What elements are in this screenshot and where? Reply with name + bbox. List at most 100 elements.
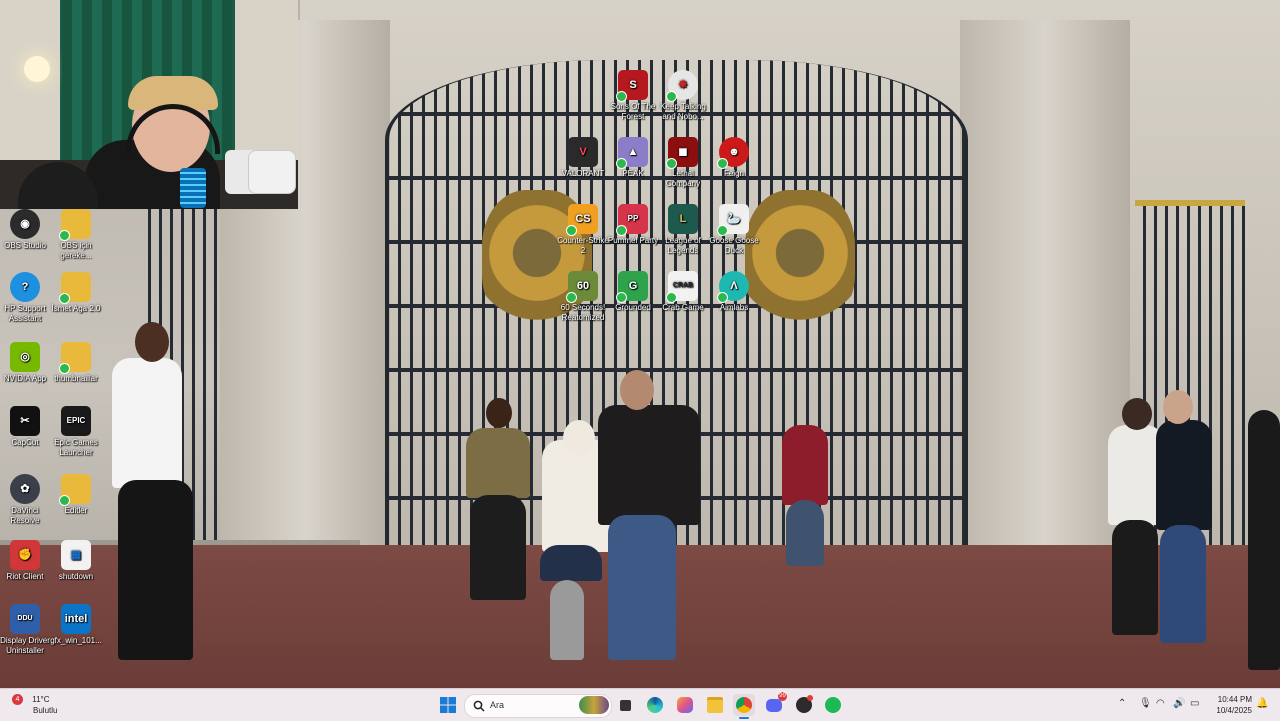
desktop-icon-editler-folder[interactable]: Editler: [47, 474, 105, 516]
person-edge: [1248, 410, 1280, 670]
person-legs: [1112, 520, 1158, 635]
desktop-icon-lethal-company[interactable]: ◼ Lethal Company: [654, 137, 712, 189]
desktop-icon-label: Editler: [64, 506, 88, 515]
shutdown-file-icon: ▦: [61, 540, 91, 570]
person-head: [486, 398, 512, 428]
sync-check-icon: [616, 91, 627, 102]
desktop-icon-ddu[interactable]: DDU Display Driver Uninstaller: [0, 604, 54, 656]
stone-pillar: [960, 20, 1130, 570]
kettle: [248, 150, 296, 194]
task-view-button[interactable]: [614, 694, 636, 716]
desktop-icon-label: Epic Games Launcher: [54, 438, 98, 457]
aimlabs-icon: Λ: [717, 271, 749, 303]
folder-icon: [59, 474, 91, 506]
desktop-icon-obs-studio[interactable]: ◉ OBS Studio: [0, 209, 54, 251]
rgb-light: [180, 168, 206, 208]
taskbar-chrome[interactable]: [733, 694, 755, 719]
child-skirt: [540, 545, 602, 581]
discord-badge: 99: [778, 692, 787, 701]
desktop-icon-riot-client[interactable]: ✊ Riot Client: [0, 540, 54, 582]
person-legs: [786, 500, 824, 566]
search-placeholder: Ara: [490, 700, 505, 710]
spotify-icon: [825, 697, 841, 713]
crab-game-icon: CRAB: [666, 271, 698, 303]
task-view-icon: [619, 699, 631, 711]
battery-icon[interactable]: ▭: [1190, 698, 1199, 709]
desktop-icon-ismet-folder[interactable]: İsmet Aga 2.0: [47, 272, 105, 314]
desktop-icon-label: League of Legends: [665, 236, 701, 255]
taskbar: 4 11°C Bulutlu Ara 99 ⌃ 🎙 ◠ 🔊 ▭ 10:44 PM…: [0, 688, 1280, 721]
search-icon: [473, 700, 485, 712]
sync-check-icon: [666, 292, 677, 303]
microphone-icon[interactable]: 🎙: [1139, 698, 1152, 709]
grounded-icon: G: [616, 271, 648, 303]
desktop-icon-crab-game[interactable]: CRAB Crab Game: [654, 271, 712, 313]
desktop-icon-feign[interactable]: ☻ Feign: [705, 137, 763, 179]
person-legs: [1160, 525, 1206, 643]
capcut-icon: ✂: [10, 406, 40, 436]
folder-icon: [59, 342, 91, 374]
desktop-icon-davinci[interactable]: ✿ DaVinci Resolve: [0, 474, 54, 526]
desktop-icon-gfx-win[interactable]: intel gfx_win_101...: [47, 604, 105, 646]
desktop-icon-epic-games[interactable]: EPIC Epic Games Launcher: [47, 406, 105, 458]
desktop-icon-capcut[interactable]: ✂ CapCut: [0, 406, 54, 448]
man-black-jacket: [598, 405, 700, 525]
pummel-party-icon: PP: [616, 204, 648, 236]
person-legs: [118, 480, 193, 660]
sync-check-icon: [59, 495, 70, 506]
show-hidden-icons-chevron-icon[interactable]: ⌃: [1118, 698, 1126, 709]
person-head: [135, 322, 169, 362]
desktop-icon-aimlabs[interactable]: Λ Aimlabs: [705, 271, 763, 313]
desktop-icon-label: gfx_win_101...: [50, 636, 102, 645]
goose-duck-icon: 🦢: [717, 204, 749, 236]
desktop-icon-label: thumbnaillar: [54, 374, 98, 383]
taskbar-clock[interactable]: 10:44 PM 10/4/2025: [1216, 694, 1252, 716]
desktop-icon-hp-support[interactable]: ? HP Support Assistant: [0, 272, 54, 324]
nvidia-icon: ◎: [10, 342, 40, 372]
taskbar-search[interactable]: Ara: [464, 694, 612, 718]
active-indicator: [739, 717, 749, 719]
clock-time: 10:44 PM: [1217, 695, 1252, 704]
start-button[interactable]: [437, 694, 459, 716]
desktop-icon-label: DaVinci Resolve: [10, 506, 40, 525]
taskbar-file-explorer[interactable]: [704, 694, 726, 716]
desktop-icon-label: İsmet Aga 2.0: [51, 304, 101, 313]
desktop-icon-goose-goose-duck[interactable]: 🦢 Goose Goose Duck: [705, 204, 763, 256]
davinci-icon: ✿: [10, 474, 40, 504]
sync-check-icon: [616, 158, 627, 169]
folder-icon: [707, 697, 723, 713]
volume-icon[interactable]: 🔊: [1173, 698, 1185, 709]
desktop-icon-keep-talking[interactable]: ✸ Keep Talking and Nobo...: [654, 70, 712, 122]
desktop-icon-obs-folder[interactable]: OBS için gereke...: [47, 209, 105, 261]
weather-widget[interactable]: 4 11°C Bulutlu: [12, 694, 57, 716]
weather-temperature: 11°C: [32, 695, 50, 704]
desktop-icon-label: HP Support Assistant: [4, 304, 46, 323]
sync-check-icon: [666, 158, 677, 169]
taskbar-spotify[interactable]: [822, 694, 844, 716]
man-jeans: [608, 515, 676, 660]
desktop-icon-league-of-legends[interactable]: L League of Legends: [654, 204, 712, 256]
taskbar-obs[interactable]: [793, 694, 815, 716]
desktop-icon-label: Feign: [723, 169, 744, 178]
desktop-icon-label: Crab Game: [662, 303, 704, 312]
desktop-icon-thumbnail-folder[interactable]: thumbnaillar: [47, 342, 105, 384]
taskbar-copilot[interactable]: [674, 694, 696, 716]
person-white-shirt: [112, 358, 182, 488]
desktop-icon-label: Display Driver Uninstaller: [0, 636, 50, 655]
desktop-icon-shutdown[interactable]: ▦ shutdown: [47, 540, 105, 582]
desktop-icon-label: Goose Goose Duck: [709, 236, 759, 255]
sync-check-icon: [666, 91, 677, 102]
wifi-icon[interactable]: ◠: [1156, 698, 1165, 709]
intel-icon: intel: [61, 604, 91, 634]
lol-icon: L: [668, 204, 698, 234]
sync-check-icon: [717, 292, 728, 303]
cs2-icon: CS: [566, 204, 598, 236]
desktop-icon-nvidia-app[interactable]: ◎ NVIDIA App: [0, 342, 54, 384]
recording-dot: [807, 695, 813, 701]
taskbar-discord[interactable]: 99: [763, 692, 787, 716]
taskbar-edge[interactable]: [644, 694, 666, 716]
desktop-icon-label: OBS Studio: [4, 241, 46, 250]
weather-description: Bulutlu: [33, 706, 58, 715]
sync-check-icon: [59, 293, 70, 304]
notification-bell-icon[interactable]: 🔔: [1256, 698, 1268, 709]
